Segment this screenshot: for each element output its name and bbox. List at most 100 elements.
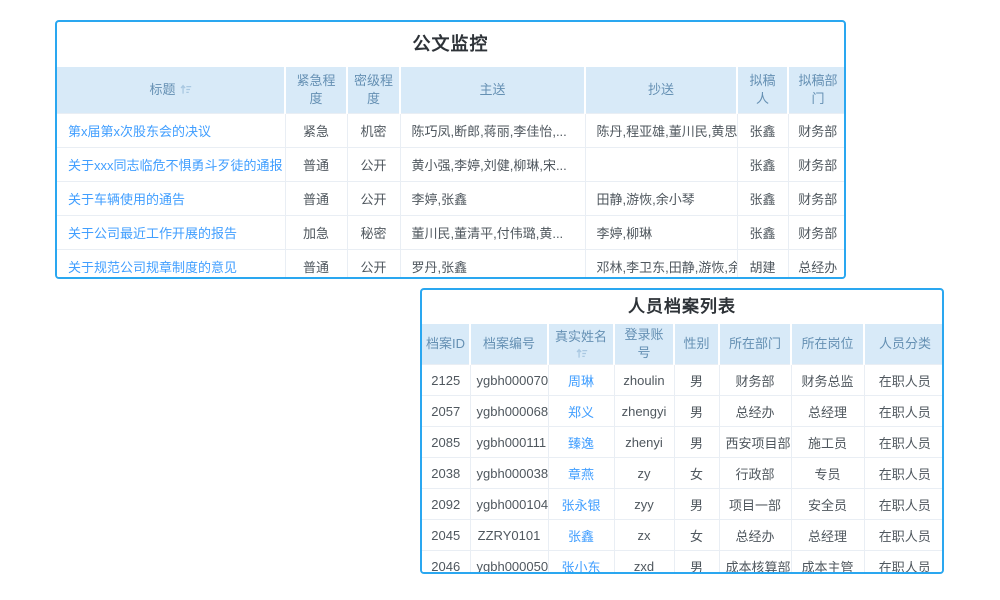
secrecy-cell: 秘密 [347, 216, 400, 250]
document-title-link[interactable]: 关于公司最近工作开展的报告 [68, 226, 237, 241]
archive-id-cell: 2085 [422, 427, 470, 458]
login-account-cell: zhengyi [614, 396, 674, 427]
secrecy-cell: 公开 [347, 250, 400, 280]
draft-dept-cell: 总经办 [788, 250, 846, 280]
main-send-cell: 陈巧凤,断郎,蒋丽,李佳怡,... [400, 114, 585, 148]
personnel-row: 2045 ZZRY0101 张鑫 zx 女 总经办 总经理 在职人员 [422, 520, 944, 551]
secrecy-cell: 机密 [347, 114, 400, 148]
archive-id-cell: 2038 [422, 458, 470, 489]
col-header-login-account: 登录账号 [614, 324, 674, 365]
cc-cell: 田静,游恢,余小琴 [585, 182, 737, 216]
position-cell: 财务总监 [791, 365, 864, 396]
document-row: 第x届第x次股东会的决议 紧急 机密 陈巧凤,断郎,蒋丽,李佳怡,... 陈丹,… [57, 114, 846, 148]
category-cell: 在职人员 [864, 365, 944, 396]
cc-cell: 李婷,柳琳 [585, 216, 737, 250]
person-name-link[interactable]: 郑义 [568, 405, 594, 420]
document-title-cell: 关于车辆使用的通告 [57, 182, 285, 216]
secrecy-cell: 公开 [347, 148, 400, 182]
draft-dept-cell: 财务部 [788, 216, 846, 250]
login-account-cell: zx [614, 520, 674, 551]
col-header-department: 所在部门 [719, 324, 791, 365]
real-name-cell: 郑义 [548, 396, 614, 427]
person-name-link[interactable]: 周琳 [568, 374, 594, 389]
col-header-title[interactable]: 标题 [57, 67, 285, 114]
department-cell: 行政部 [719, 458, 791, 489]
category-cell: 在职人员 [864, 458, 944, 489]
document-title-cell: 关于xxx同志临危不惧勇斗歹徒的通报 [57, 148, 285, 182]
archive-id-cell: 2092 [422, 489, 470, 520]
position-cell: 总经理 [791, 520, 864, 551]
login-account-cell: zyy [614, 489, 674, 520]
col-header-real-name-label: 真实姓名 [555, 329, 607, 344]
department-cell: 总经办 [719, 520, 791, 551]
personnel-row: 2057 ygbh000068 郑义 zhengyi 男 总经办 总经理 在职人… [422, 396, 944, 427]
draft-dept-cell: 财务部 [788, 114, 846, 148]
category-cell: 在职人员 [864, 551, 944, 575]
col-header-real-name[interactable]: 真实姓名 [548, 324, 614, 365]
col-header-draft-dept: 拟稿部门 [788, 67, 846, 114]
department-cell: 西安项目部 [719, 427, 791, 458]
archive-no-cell: ygbh000050 [470, 551, 548, 575]
main-send-cell: 李婷,张鑫 [400, 182, 585, 216]
document-title-link[interactable]: 关于xxx同志临危不惧勇斗歹徒的通报 [68, 158, 283, 173]
login-account-cell: zxd [614, 551, 674, 575]
gender-cell: 男 [674, 489, 719, 520]
col-header-main-send: 主送 [400, 67, 585, 114]
document-row: 关于xxx同志临危不惧勇斗歹徒的通报 普通 公开 黄小强,李婷,刘健,柳琳,宋.… [57, 148, 846, 182]
document-monitor-table: 标题 紧急程度 密级程度 主送 抄送 拟稿人 拟稿部门 第x届第x次股东会的决议… [57, 67, 846, 279]
document-row: 关于规范公司规章制度的意见 普通 公开 罗丹,张鑫 邓林,李卫东,田静,游恢,余… [57, 250, 846, 280]
department-cell: 项目一部 [719, 489, 791, 520]
position-cell: 专员 [791, 458, 864, 489]
col-header-title-label: 标题 [149, 82, 175, 97]
person-name-link[interactable]: 张小东 [561, 560, 600, 575]
main-send-cell: 董川民,董清平,付伟璐,黄... [400, 216, 585, 250]
position-cell: 安全员 [791, 489, 864, 520]
urgency-cell: 紧急 [285, 114, 347, 148]
archive-no-cell: ygbh000038 [470, 458, 548, 489]
document-title-cell: 第x届第x次股东会的决议 [57, 114, 285, 148]
archive-id-cell: 2057 [422, 396, 470, 427]
real-name-cell: 周琳 [548, 365, 614, 396]
person-name-link[interactable]: 章燕 [568, 467, 594, 482]
cc-cell [585, 148, 737, 182]
person-name-link[interactable]: 张永银 [561, 498, 600, 513]
person-name-link[interactable]: 张鑫 [568, 529, 594, 544]
category-cell: 在职人员 [864, 520, 944, 551]
real-name-cell: 张鑫 [548, 520, 614, 551]
col-header-category: 人员分类 [864, 324, 944, 365]
archive-no-cell: ygbh000070 [470, 365, 548, 396]
sort-icon[interactable] [575, 347, 588, 360]
department-cell: 成本核算部 [719, 551, 791, 575]
real-name-cell: 张小东 [548, 551, 614, 575]
sort-icon[interactable] [179, 83, 192, 96]
personnel-archive-panel: 人员档案列表 档案ID 档案编号 真实姓名 登录账号 性别 所在部门 所在岗位 … [420, 288, 944, 574]
main-send-cell: 罗丹,张鑫 [400, 250, 585, 280]
document-title-link[interactable]: 关于车辆使用的通告 [68, 192, 185, 207]
gender-cell: 男 [674, 396, 719, 427]
document-title-link[interactable]: 第x届第x次股东会的决议 [68, 124, 211, 139]
document-title-link[interactable]: 关于规范公司规章制度的意见 [68, 260, 237, 275]
personnel-row: 2125 ygbh000070 周琳 zhoulin 男 财务部 财务总监 在职… [422, 365, 944, 396]
header-row: 档案ID 档案编号 真实姓名 登录账号 性别 所在部门 所在岗位 人员分类 [422, 324, 944, 365]
gender-cell: 女 [674, 458, 719, 489]
document-title-cell: 关于规范公司规章制度的意见 [57, 250, 285, 280]
drafter-cell: 张鑫 [737, 182, 788, 216]
archive-id-cell: 2045 [422, 520, 470, 551]
document-title-cell: 关于公司最近工作开展的报告 [57, 216, 285, 250]
archive-id-cell: 2046 [422, 551, 470, 575]
urgency-cell: 普通 [285, 250, 347, 280]
real-name-cell: 章燕 [548, 458, 614, 489]
urgency-cell: 普通 [285, 148, 347, 182]
archive-no-cell: ZZRY0101 [470, 520, 548, 551]
main-send-cell: 黄小强,李婷,刘健,柳琳,宋... [400, 148, 585, 182]
real-name-cell: 张永银 [548, 489, 614, 520]
urgency-cell: 加急 [285, 216, 347, 250]
header-row: 标题 紧急程度 密级程度 主送 抄送 拟稿人 拟稿部门 [57, 67, 846, 114]
position-cell: 总经理 [791, 396, 864, 427]
personnel-row: 2038 ygbh000038 章燕 zy 女 行政部 专员 在职人员 [422, 458, 944, 489]
drafter-cell: 张鑫 [737, 216, 788, 250]
col-header-drafter: 拟稿人 [737, 67, 788, 114]
col-header-position: 所在岗位 [791, 324, 864, 365]
drafter-cell: 张鑫 [737, 148, 788, 182]
person-name-link[interactable]: 臻逸 [568, 436, 594, 451]
